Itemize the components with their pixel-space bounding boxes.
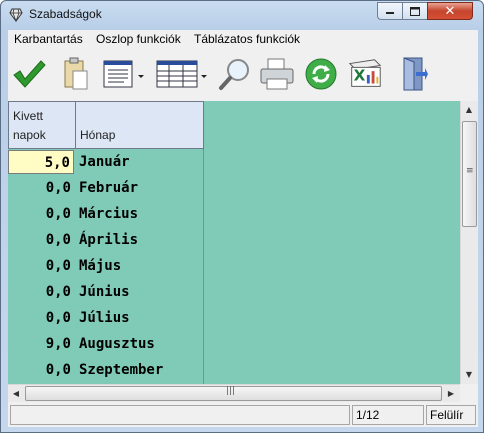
close-icon: ✕	[444, 3, 456, 19]
cell-kivett-napok[interactable]: 0,0	[8, 176, 74, 200]
scroll-down-arrow[interactable]: ▼	[461, 366, 477, 383]
status-bar: 1/12 Felülír	[8, 403, 478, 427]
cell-kivett-napok[interactable]: 0,0	[8, 254, 74, 278]
scroll-right-arrow[interactable]: ▶	[443, 385, 459, 402]
table-row[interactable]: 5,0 Január	[8, 149, 204, 175]
diamond-icon	[9, 8, 23, 22]
window-title: Szabadságok	[29, 7, 102, 21]
cell-honap[interactable]: Január	[79, 150, 130, 174]
toolbar: X	[8, 49, 478, 101]
column-header-kivett-napok[interactable]: Kivett napok	[8, 101, 76, 149]
maximize-icon	[410, 6, 420, 16]
table-row[interactable]: 0,0 Április	[8, 227, 204, 253]
grip-icon: ≡	[466, 166, 474, 176]
cell-honap[interactable]: Április	[79, 228, 138, 252]
status-edit-mode: Felülír	[426, 405, 476, 425]
vertical-scrollbar[interactable]: ▲ ≡ ▼	[460, 101, 478, 384]
scroll-up-arrow[interactable]: ▲	[461, 101, 477, 118]
print-button[interactable]	[258, 55, 296, 93]
refresh-button[interactable]	[302, 55, 340, 93]
horizontal-scrollbar[interactable]: ◀ ||| ▶	[8, 384, 460, 402]
magnifier-icon	[219, 59, 249, 90]
table-row[interactable]: 0,0 Február	[8, 175, 204, 201]
minimize-icon	[386, 12, 394, 14]
cell-honap[interactable]: Május	[79, 254, 121, 278]
horizontal-scroll-thumb[interactable]: |||	[25, 386, 442, 401]
search-button[interactable]	[216, 55, 254, 93]
header-label: Hónap	[80, 128, 116, 142]
cell-honap[interactable]: Szeptember	[79, 358, 163, 382]
menu-karbantartas[interactable]: Karbantartás	[14, 32, 83, 46]
client-area: Karbantartás Oszlop funkciók Táblázatos …	[8, 30, 478, 427]
printer-icon	[260, 58, 294, 90]
app-window: Szabadságok ✕ Karbantartás Oszlop funkci…	[0, 0, 484, 433]
data-grid[interactable]: Kivett napok Hónap 5,0 Január 0,0 Február 0,…	[8, 101, 460, 384]
menu-bar: Karbantartás Oszlop funkciók Táblázatos …	[8, 30, 478, 49]
cell-kivett-napok[interactable]: 0,0	[8, 280, 74, 304]
status-panel-main	[10, 405, 350, 425]
cell-kivett-napok[interactable]: 0,0	[8, 306, 74, 330]
paste-button[interactable]	[56, 55, 94, 93]
cell-honap[interactable]: Március	[79, 202, 138, 226]
minimize-button[interactable]	[377, 2, 403, 20]
table-row[interactable]: 0,0 Május	[8, 253, 204, 279]
cell-honap[interactable]: Augusztus	[79, 332, 155, 356]
excel-export-icon: X	[348, 59, 382, 87]
grip-icon: |||	[226, 386, 236, 396]
cell-kivett-napok[interactable]: 0,0	[8, 228, 74, 252]
menu-oszlop-funkciok[interactable]: Oszlop funkciók	[96, 32, 181, 46]
form-view-button[interactable]	[100, 55, 150, 93]
table-row[interactable]: 0,0 Március	[8, 201, 204, 227]
refresh-icon	[305, 58, 337, 90]
cell-kivett-napok[interactable]: 0,0	[8, 358, 74, 382]
header-label-line2: napok	[13, 128, 46, 142]
table-row[interactable]: 0,0 Július	[8, 305, 204, 331]
cell-honap[interactable]: Február	[79, 176, 138, 200]
cell-kivett-napok[interactable]: 9,0	[8, 332, 74, 356]
maximize-button[interactable]	[402, 2, 428, 20]
table-view-button[interactable]	[154, 55, 212, 93]
checkmark-icon	[13, 60, 46, 88]
header-label-line1: Kivett	[13, 109, 44, 123]
form-view-icon	[103, 60, 144, 88]
scroll-left-arrow[interactable]: ◀	[8, 385, 24, 402]
column-header-honap[interactable]: Hónap	[75, 101, 204, 149]
exit-door-icon	[403, 57, 428, 91]
table-row[interactable]: 0,0 Június	[8, 279, 204, 305]
cell-honap[interactable]: Június	[79, 280, 130, 304]
table-view-icon	[156, 60, 207, 88]
table-row[interactable]: 0,0 Szeptember	[8, 357, 204, 383]
table-row[interactable]: 9,0 Augusztus	[8, 331, 204, 357]
cell-honap[interactable]: Július	[79, 306, 130, 330]
clipboard-icon	[64, 57, 88, 90]
ok-button[interactable]	[10, 55, 48, 93]
vertical-scroll-thumb[interactable]: ≡	[462, 121, 477, 227]
menu-tablazatos-funkciok[interactable]: Táblázatos funkciók	[194, 32, 300, 46]
cell-kivett-napok[interactable]: 0,0	[8, 202, 74, 226]
exit-button[interactable]	[394, 55, 432, 93]
svg-text:X: X	[354, 67, 366, 85]
cell-kivett-napok[interactable]: 5,0	[8, 150, 74, 174]
title-bar[interactable]: Szabadságok ✕	[1, 1, 483, 29]
excel-export-button[interactable]: X	[346, 55, 384, 93]
status-record-position: 1/12	[352, 405, 424, 425]
close-button[interactable]: ✕	[427, 2, 473, 20]
scroll-corner	[460, 384, 478, 402]
